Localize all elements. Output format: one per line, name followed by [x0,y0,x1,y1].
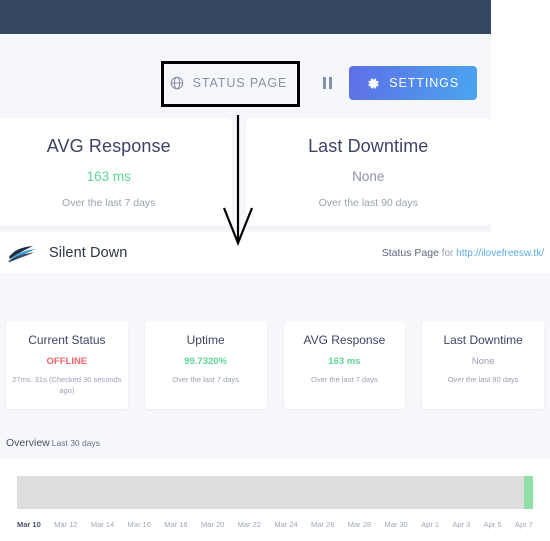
timeline-tick: Mar 24 [274,519,298,529]
wave-logo-icon [8,244,38,262]
status-page-url-link[interactable]: http://ilovefreesw.tk/ [456,248,544,259]
timeline-tick: Mar 26 [311,519,335,529]
sp-card-last-downtime: Last Downtime None Over the last 90 days [422,321,544,409]
settings-button[interactable]: SETTINGS [349,66,477,100]
card-subtitle: Over the last 90 days [318,197,418,209]
card-value: 163 ms [86,169,131,184]
dashboard-card-last-downtime: Last Downtime None Over the last 90 days [245,118,491,226]
timeline-tick-labels: Mar 10 Mar 12 Mar 14 Mar 16 Mar 18 Mar 20 Mar … [17,520,533,529]
card-subtitle: 27ms. 31s (Checked 30 seconds ago) [12,375,122,395]
card-value: 163 ms [328,356,361,367]
dashboard-card-avg-response: AVG Response 163 ms Over the last 7 days [0,118,232,226]
overview-subtitle: Last 30 days [51,437,100,448]
timeline-tick: Apr 7 [515,519,533,529]
pause-bar-right [328,77,332,89]
card-title: Uptime [186,333,225,347]
status-page-link-label: Status Page [381,247,439,259]
pause-bar-left [322,77,326,89]
timeline-tick: Mar 16 [127,519,151,529]
brand: Silent Down [8,244,127,262]
card-subtitle: Over the last 7 days [172,375,239,384]
pause-icon[interactable] [319,74,335,92]
status-page-link-for: for [441,248,454,259]
card-subtitle: Over the last 7 days [62,197,156,209]
timeline-tick: Mar 18 [164,519,188,529]
uptime-timeline-bar[interactable] [17,475,533,509]
card-title: Current Status [28,333,106,347]
sp-card-current-status: Current Status OFFLINE 27ms. 31s (Checke… [6,321,128,409]
card-subtitle: Over the last 7 days [311,375,378,384]
brand-name: Silent Down [49,245,128,261]
card-value: None [352,169,385,184]
card-value: 99.7320% [184,356,228,367]
card-title: Last Downtime [443,333,523,347]
status-page-button[interactable]: STATUS PAGE [154,67,304,99]
overview-heading: Overview Last 30 days [0,437,550,449]
app-navbar [0,0,491,34]
timeline-tick: Mar 14 [90,519,115,529]
dashboard-toolbar: STATUS PAGE SETTINGS [0,58,491,108]
timeline-tick: Mar 12 [54,519,78,529]
timeline-tick: Apr 3 [452,519,471,529]
gear-icon [367,77,380,90]
screenshot-root: STATUS PAGE SETTINGS AVG Response 163 ms… [0,0,550,541]
timeline-tick: Mar 10 [17,519,41,529]
status-page-link-wrap: Status Page for http://ilovefreesw.tk/ [382,247,544,259]
settings-button-label: SETTINGS [389,76,459,90]
card-title: AVG Response [46,136,171,156]
card-title: AVG Response [303,333,386,347]
timeline-tick: Apr 5 [483,519,502,529]
sp-card-uptime: Uptime 99.7320% Over the last 7 days [144,321,267,409]
dashboard-app-region: STATUS PAGE SETTINGS AVG Response 163 ms… [0,0,491,232]
card-subtitle: Over the last 90 days [447,375,519,384]
card-value: None [471,356,495,367]
card-title: Last Downtime [308,136,429,156]
status-page-button-label: STATUS PAGE [192,76,288,90]
timeline-segment-no-data[interactable] [17,475,525,509]
overview-title: Overview [6,436,50,449]
timeline-tick: Mar 22 [237,519,261,529]
overview-chart-panel: Mar 10 Mar 12 Mar 14 Mar 16 Mar 18 Mar 20 Mar … [0,458,550,541]
timeline-tick: Apr 1 [421,519,440,529]
timeline-tick: Mar 28 [347,519,372,529]
status-page-header: Silent Down Status Page for http://ilove… [0,232,550,275]
timeline-tick: Mar 20 [200,519,225,529]
status-badge: OFFLINE [46,356,88,367]
status-page-region: Silent Down Status Page for http://ilove… [0,232,550,541]
timeline-tick: Mar 30 [384,519,408,529]
dashboard-stat-cards: AVG Response 163 ms Over the last 7 days… [0,118,491,226]
sp-card-avg-response: AVG Response 163 ms Over the last 7 days [283,321,406,409]
timeline-segment-up[interactable] [524,475,533,509]
status-page-cards: Current Status OFFLINE 27ms. 31s (Checke… [0,321,550,409]
globe-icon [170,76,184,90]
